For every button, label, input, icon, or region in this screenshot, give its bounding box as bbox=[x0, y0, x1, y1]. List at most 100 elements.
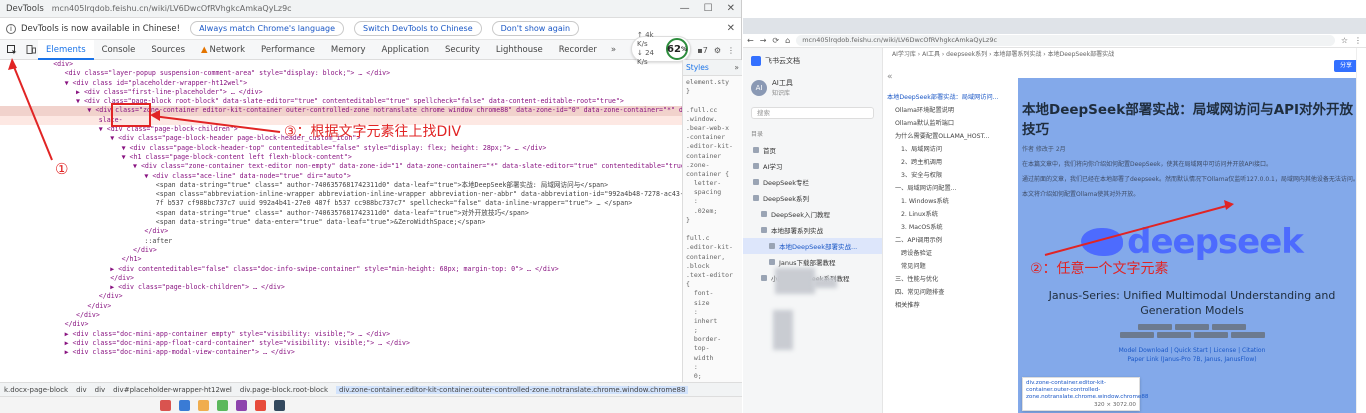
breadcrumb-item[interactable]: div bbox=[95, 386, 106, 394]
toc-item[interactable]: 跨设备验证 bbox=[887, 246, 1014, 259]
dom-node-line[interactable]: ▶ <div class="doc-mini-app-float-card-co… bbox=[0, 339, 682, 348]
toc-item[interactable]: 2. Linux系统 bbox=[887, 207, 1014, 220]
tab-recorder[interactable]: Recorder bbox=[551, 40, 605, 60]
janus-links[interactable]: Model Download | Quick Start | License |… bbox=[1018, 346, 1366, 364]
badge[interactable] bbox=[1175, 324, 1209, 330]
dom-node-line[interactable]: ▶ <div class="doc-mini-app-container emp… bbox=[0, 330, 682, 339]
doc-paragraph[interactable]: 在本篇文章中，我们将向你介绍如何配置DeepSeek，使其在局域网中可访问并开放… bbox=[1018, 157, 1366, 172]
tab-network[interactable]: ▲ Network bbox=[193, 40, 253, 60]
switch-chinese-button[interactable]: Switch DevTools to Chinese bbox=[354, 21, 482, 36]
app-icon[interactable] bbox=[198, 399, 209, 411]
sidebar-nav-item[interactable]: DeepSeek入门教程 bbox=[743, 206, 882, 222]
sidebar-nav-item[interactable]: DeepSeek系列 bbox=[743, 190, 882, 206]
badge[interactable] bbox=[1230, 332, 1265, 338]
toc-item[interactable]: 一、局域网访问配置... bbox=[887, 181, 1014, 194]
dom-node-line[interactable]: </div> bbox=[0, 274, 682, 283]
toc-item[interactable]: 三、性能与优化 bbox=[887, 272, 1014, 285]
dom-node-line[interactable]: <div class="layer-popup suspension-comme… bbox=[0, 69, 682, 78]
toc-item[interactable]: 为什么需要配置OLLAMA_HOST... bbox=[887, 129, 1014, 142]
sidebar-nav-item[interactable]: DeepSeek专栏 bbox=[743, 174, 882, 190]
badge[interactable] bbox=[1193, 332, 1228, 338]
app-icon[interactable] bbox=[274, 399, 285, 411]
more-tabs-icon[interactable]: » bbox=[605, 45, 622, 55]
breadcrumb-item[interactable]: div.zone-container.editor-kit-container.… bbox=[336, 385, 689, 394]
janus-heading[interactable]: Janus-Series: Unified Multimodal Underst… bbox=[1018, 274, 1366, 318]
tab-memory[interactable]: Memory bbox=[323, 40, 374, 60]
home-icon[interactable]: ⌂ bbox=[785, 36, 790, 45]
dom-node-line[interactable]: </div> bbox=[0, 227, 682, 236]
breadcrumb-item[interactable]: k.docx-page-block bbox=[4, 386, 68, 394]
dont-show-button[interactable]: Don't show again bbox=[491, 21, 580, 36]
app-icon[interactable] bbox=[179, 399, 190, 411]
tab-lighthouse[interactable]: Lighthouse bbox=[488, 40, 551, 60]
badge[interactable] bbox=[1119, 332, 1154, 338]
dom-node-line[interactable]: </div> bbox=[0, 311, 682, 320]
dom-node-line[interactable]: </div> bbox=[0, 246, 682, 255]
dom-node-line[interactable]: </div> bbox=[0, 320, 682, 329]
toc-item[interactable]: 四、常见问题排查 bbox=[887, 285, 1014, 298]
elements-dom-tree[interactable]: <div> <div class="layer-popup suspension-… bbox=[0, 60, 682, 382]
toc-item[interactable]: 常见问题 bbox=[887, 259, 1014, 272]
star-icon[interactable]: ☆ bbox=[1341, 36, 1348, 45]
dom-node-line[interactable]: ▼ <div class="zone-container text-editor… bbox=[0, 162, 682, 171]
toc-item[interactable]: Ollama环境配置说明 bbox=[887, 103, 1014, 116]
workspace-header[interactable]: AI AI工具 知识库 bbox=[743, 74, 882, 101]
toc-item[interactable]: 3、安全与权限 bbox=[887, 168, 1014, 181]
toc-item[interactable]: 3. MacOS系统 bbox=[887, 220, 1014, 233]
doc-paragraph[interactable]: 通过前面的文章，我们已经在本地部署了deepseek。然而默认情况下Ollama… bbox=[1018, 172, 1366, 187]
sidebar-nav-item[interactable]: 本地DeepSeek部署实战... bbox=[743, 238, 882, 254]
inspect-element-icon[interactable] bbox=[5, 43, 19, 57]
breadcrumb-item[interactable]: div bbox=[76, 386, 87, 394]
app-icon[interactable] bbox=[217, 399, 228, 411]
tab-elements[interactable]: Elements bbox=[38, 39, 94, 60]
address-bar[interactable]: mcn405lrqdob.feishu.cn/wiki/LV6DwcOfRVhg… bbox=[796, 35, 1335, 46]
dom-node-line[interactable]: </div> bbox=[0, 302, 682, 311]
badge[interactable] bbox=[1156, 332, 1191, 338]
dom-node-line[interactable]: ▼ <div class="ace-line" data-node="true"… bbox=[0, 172, 682, 181]
close-icon[interactable]: ✕ bbox=[727, 3, 735, 14]
match-language-button[interactable]: Always match Chrome's language bbox=[190, 21, 345, 36]
dom-node-line[interactable]: <span data-string="true" class=" author-… bbox=[0, 209, 682, 218]
minimize-icon[interactable]: — bbox=[680, 3, 690, 14]
doc-title[interactable]: 本地DeepSeek部署实战：局域网访问与API对外开放技巧 bbox=[1018, 78, 1366, 140]
dom-node-line[interactable]: ▼ <h1 class="page-block-content left fle… bbox=[0, 153, 682, 162]
dom-node-line[interactable]: ▶ <div contenteditable="false" class="do… bbox=[0, 265, 682, 274]
dom-node-line[interactable]: ▼ <div class="page-block root-block" dat… bbox=[0, 97, 682, 106]
dom-node-line[interactable]: ▼ <div class="zone-container editor-kit-… bbox=[0, 106, 682, 116]
dom-node-line[interactable]: </div> bbox=[0, 292, 682, 301]
sidebar-nav-item[interactable]: 首页 bbox=[743, 142, 882, 158]
sidebar-search-input[interactable]: 搜索 bbox=[751, 107, 874, 119]
tab-application[interactable]: Application bbox=[374, 40, 438, 60]
settings-gear-icon[interactable]: ⚙ bbox=[714, 46, 721, 55]
app-icon[interactable] bbox=[255, 399, 266, 411]
kebab-menu-icon[interactable]: ⋮ bbox=[727, 46, 735, 55]
dom-node-line[interactable]: <span class="abbreviation-inline-wrapper… bbox=[0, 190, 682, 199]
dom-node-line[interactable]: ▶ <div class="doc-mini-app-modal-view-co… bbox=[0, 348, 682, 357]
styles-tab[interactable]: Styles» bbox=[683, 60, 742, 76]
dom-node-line[interactable]: ▼ <div class="page-block-header-top" con… bbox=[0, 144, 682, 153]
app-icon[interactable] bbox=[160, 399, 171, 411]
toc-item[interactable]: 1、局域网访问 bbox=[887, 142, 1014, 155]
dom-node-line[interactable]: ▶ <div class="first-line-placeholder"> …… bbox=[0, 88, 682, 97]
maximize-icon[interactable]: ☐ bbox=[704, 3, 713, 14]
doc-breadcrumb[interactable]: AI学习库 › AI工具 › deepseek系列 › 本地部署系列实战 › 本… bbox=[747, 48, 1147, 62]
tab-console[interactable]: Console bbox=[94, 40, 144, 60]
issues-count[interactable]: ▪7 bbox=[697, 46, 708, 55]
badge[interactable] bbox=[1138, 324, 1172, 330]
toc-item[interactable]: 本地DeepSeek部署实战：局域网访问... bbox=[887, 90, 1014, 103]
doc-paragraph[interactable]: 本文将介绍如何配置Ollama使其对外开放。 bbox=[1018, 187, 1366, 202]
back-icon[interactable]: ← bbox=[747, 36, 754, 45]
dom-node-line[interactable]: ::after bbox=[0, 237, 682, 246]
toc-item[interactable]: Ollama默认监听端口 bbox=[887, 116, 1014, 129]
tab-sources[interactable]: Sources bbox=[143, 40, 193, 60]
sidebar-nav-item[interactable]: AI学习 bbox=[743, 158, 882, 174]
badge[interactable] bbox=[1212, 324, 1246, 330]
dom-node-line[interactable]: <span data-string="true" data-enter="tru… bbox=[0, 218, 682, 227]
toc-item[interactable]: 二、API调用示例 bbox=[887, 233, 1014, 246]
dom-node-line[interactable]: <div> bbox=[0, 60, 682, 69]
dom-node-line[interactable]: <span data-string="true" class=" author-… bbox=[0, 181, 682, 190]
toc-item[interactable]: 相关推荐 bbox=[887, 298, 1014, 311]
app-icon[interactable] bbox=[236, 399, 247, 411]
forward-icon[interactable]: → bbox=[760, 36, 767, 45]
tab-security[interactable]: Security bbox=[437, 40, 488, 60]
